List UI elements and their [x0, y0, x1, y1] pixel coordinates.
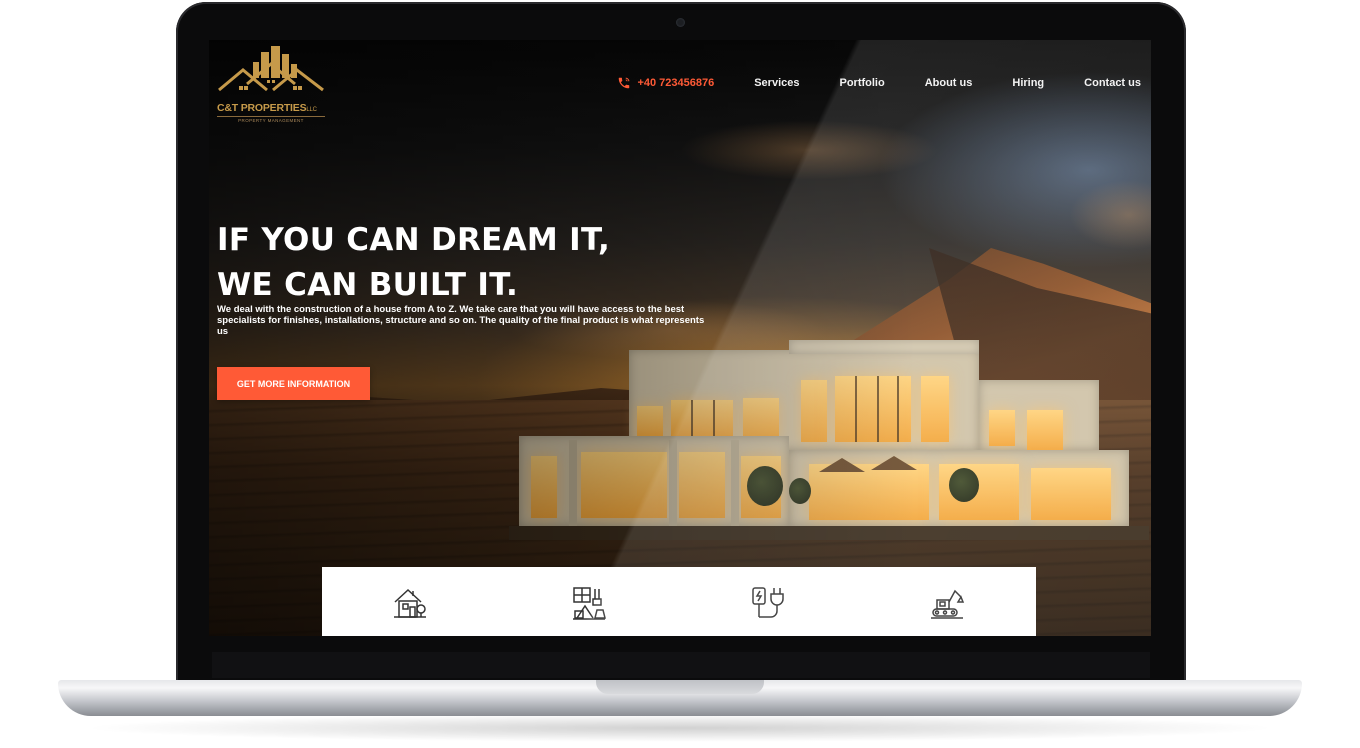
excavator-icon[interactable]	[929, 585, 965, 621]
interior-design-icon[interactable]	[571, 585, 607, 621]
nav-portfolio[interactable]: Portfolio	[839, 77, 884, 89]
electrical-plug-icon[interactable]	[750, 585, 786, 621]
logo-buildings-icon	[218, 46, 324, 92]
laptop-mockup: C&T PROPERTIESLLC PROPERTY MANAGEMENT +4…	[0, 0, 1360, 748]
nav-services[interactable]: Services	[754, 77, 799, 89]
laptop-shadow	[80, 714, 1280, 742]
bezel-bottom	[212, 652, 1150, 678]
main-navigation: +40 723456876 Services Portfolio About u…	[617, 76, 1141, 90]
phone-number: +40 723456876	[637, 77, 715, 89]
nav-about-us[interactable]: About us	[925, 77, 973, 89]
website-screen: C&T PROPERTIESLLC PROPERTY MANAGEMENT +4…	[209, 40, 1151, 636]
get-more-information-button[interactable]: GET MORE INFORMATION	[217, 367, 370, 400]
phone-link[interactable]: +40 723456876	[617, 76, 714, 90]
hero-overlay	[209, 40, 1151, 636]
laptop-base	[58, 680, 1302, 716]
hero-title: IF YOU CAN DREAM IT, WE CAN BUILT IT.	[217, 218, 610, 308]
hero-title-line-1: IF YOU CAN DREAM IT,	[217, 222, 611, 258]
logo-suffix: LLC	[306, 107, 317, 113]
nav-contact-us[interactable]: Contact us	[1084, 77, 1141, 89]
logo-tagline: PROPERTY MANAGEMENT	[217, 116, 325, 123]
webcam	[676, 18, 685, 27]
phone-icon	[619, 77, 630, 89]
house-icon[interactable]	[392, 585, 428, 621]
hero-description: We deal with the construction of a house…	[217, 304, 705, 337]
nav-hiring[interactable]: Hiring	[1012, 77, 1044, 89]
logo-company-name: C&T PROPERTIES	[217, 102, 307, 114]
hero-title-line-2: WE CAN BUILT IT.	[217, 267, 519, 303]
lid-opening-notch	[596, 680, 764, 694]
services-strip	[322, 567, 1036, 636]
logo-text: C&T PROPERTIESLLC	[217, 102, 327, 114]
company-logo[interactable]: C&T PROPERTIESLLC PROPERTY MANAGEMENT	[217, 44, 325, 124]
